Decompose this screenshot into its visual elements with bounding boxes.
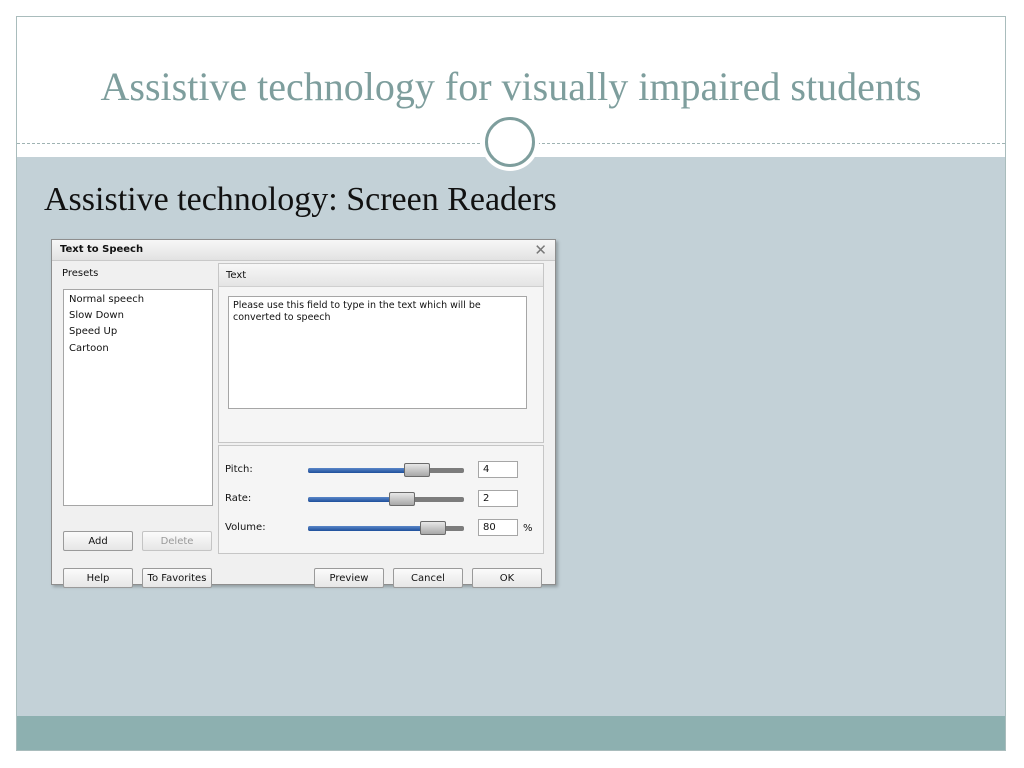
pitch-input[interactable]: 4 [478, 461, 518, 478]
pitch-label: Pitch: [225, 464, 253, 475]
rate-label: Rate: [225, 493, 252, 504]
preview-button[interactable]: Preview [314, 568, 384, 588]
slide-title: Assistive technology for visually impair… [100, 64, 922, 109]
footer-band [17, 716, 1005, 750]
cancel-button[interactable]: Cancel [393, 568, 463, 588]
volume-unit: % [523, 523, 533, 534]
to-favorites-button[interactable]: To Favorites [142, 568, 212, 588]
text-group: Text Please use this field to type in th… [218, 263, 544, 443]
pitch-slider-thumb[interactable] [404, 463, 431, 477]
slide: Assistive technology for visually impair… [16, 16, 1006, 751]
ok-button[interactable]: OK [472, 568, 542, 588]
preset-item-cartoon[interactable]: Cartoon [69, 343, 109, 354]
rate-input[interactable]: 2 [478, 490, 518, 507]
text-input[interactable]: Please use this field to type in the tex… [228, 296, 527, 409]
slide-subtitle: Assistive technology: Screen Readers [44, 181, 557, 218]
text-to-speech-dialog: Text to Speech ✕ Presets Normal speech S… [51, 239, 556, 588]
preset-item-speed-up[interactable]: Speed Up [69, 326, 117, 337]
presets-label: Presets [62, 268, 99, 279]
presets-list[interactable]: Normal speech Slow Down Speed Up Cartoon [63, 289, 213, 506]
divider-circle-icon [485, 117, 535, 167]
rate-slider[interactable] [308, 492, 464, 506]
rate-slider-fill [308, 497, 402, 502]
voice-settings-group: Pitch: 4 Rate: 2 Volume: 80 % [218, 445, 544, 554]
add-button[interactable]: Add [63, 531, 133, 551]
volume-slider-fill [308, 526, 433, 531]
help-button[interactable]: Help [63, 568, 133, 588]
preset-item-normal-speech[interactable]: Normal speech [69, 294, 144, 305]
volume-slider-thumb[interactable] [419, 521, 446, 535]
rate-slider-thumb[interactable] [388, 492, 415, 506]
volume-input[interactable]: 80 [478, 519, 518, 536]
text-group-header: Text [219, 264, 543, 287]
preset-item-slow-down[interactable]: Slow Down [69, 310, 124, 321]
close-icon[interactable]: ✕ [534, 241, 547, 259]
volume-slider[interactable] [308, 521, 464, 535]
dialog-titlebar: Text to Speech ✕ [52, 240, 555, 261]
dialog-title: Text to Speech [60, 244, 144, 255]
pitch-slider[interactable] [308, 463, 464, 477]
volume-label: Volume: [225, 522, 266, 533]
text-group-label: Text [226, 270, 247, 281]
delete-button[interactable]: Delete [142, 531, 212, 551]
pitch-slider-fill [308, 468, 418, 473]
